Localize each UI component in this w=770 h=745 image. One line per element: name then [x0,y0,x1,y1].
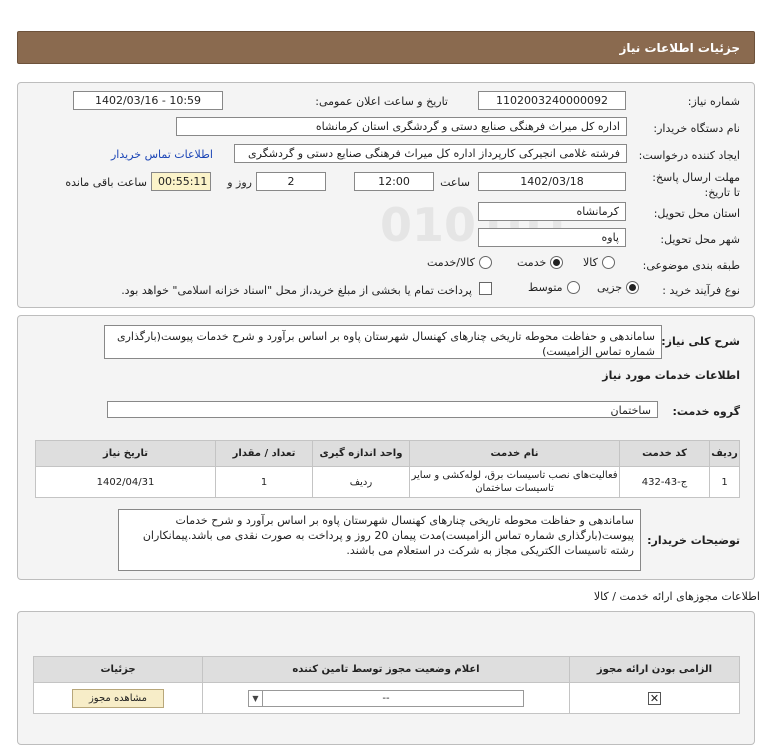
col-code-header: کد خدمت [619,440,710,467]
page-title: جزئیات اطلاعات نیاز [17,31,755,64]
service-name: فعالیت‌های نصب تاسیسات برق، لوله‌کشی و س… [409,466,620,498]
permit-required-cell: ✕ [569,682,740,714]
treasury-payment-checkbox[interactable] [479,282,492,295]
permits-table-header: الزامی بودن ارائه مجوز اعلام وضعیت مجوز … [33,656,740,683]
province-label: استان محل تحویل: [653,207,740,220]
treasury-payment-note: پرداخت تمام یا بخشی از مبلغ خرید،از محل … [121,284,472,297]
services-title: اطلاعات خدمات مورد نیاز [602,369,740,382]
category-goods-service-radio[interactable] [478,256,492,269]
col-unit-header: واحد اندازه گیری [312,440,410,467]
process-label: نوع فرآیند خرید : [662,284,740,297]
announce-field: 1402/03/16 - 10:59 [73,91,223,110]
city-field: پاوه [478,228,626,247]
buyer-notes-text: ساماندهی و حفاظت محوطه تاریخی چنارهای که… [118,509,641,571]
process-medium-label: متوسط [528,281,563,294]
category-option-goods[interactable]: کالا [583,256,615,269]
permit-status-header: اعلام وضعیت مجوز توسط تامین کننده [202,656,570,683]
process-medium-radio[interactable] [566,281,580,294]
remaining-time-field: 00:55:11 [151,172,211,191]
services-table-header: ردیف کد خدمت نام خدمت واحد اندازه گیری ت… [35,440,740,467]
deadline-time-field: 12:00 [354,172,434,191]
requester-field: فرشته غلامی انجیرکی کارپرداز اداره کل می… [234,144,627,163]
process-minor-radio[interactable] [626,281,640,294]
category-goods-label: کالا [583,256,598,269]
province-field: کرمانشاه [478,202,626,221]
process-option-minor[interactable]: جزیی [597,281,640,294]
category-service-label: خدمت [517,256,547,269]
service-qty: 1 [215,466,313,498]
buyer-contact-link[interactable]: اطلاعات تماس خریدار [111,148,213,161]
permit-status-select[interactable]: -- ▼ [248,689,524,707]
summary-text: ساماندهی و حفاظت محوطه تاریخی چنارهای که… [104,325,662,359]
row-number: 1 [709,466,740,498]
need-info-panel [17,82,755,308]
city-label: شهر محل تحویل: [660,233,740,246]
deadline-label: مهلت ارسال پاسخ: تا تاریخ: [650,170,740,200]
services-table: ردیف کد خدمت نام خدمت واحد اندازه گیری ت… [35,440,740,498]
announce-label: تاریخ و ساعت اعلان عمومی: [315,95,448,108]
permit-status-cell: -- ▼ [202,682,570,714]
buyer-org-field: اداره کل میراث فرهنگی صنایع دستی و گردشگ… [176,117,627,136]
service-date: 1402/04/31 [35,466,216,498]
category-label: طبقه بندی موضوعی: [642,259,740,272]
col-name-header: نام خدمت [409,440,620,467]
category-service-radio[interactable] [550,256,564,269]
service-group-label: گروه خدمت: [672,405,740,418]
permit-details-cell: مشاهده مجوز [33,682,203,714]
buyer-notes-label: توضیحات خریدار: [647,534,740,547]
table-row: ✕ -- ▼ مشاهده مجوز [33,682,740,714]
deadline-date-field: 1402/03/18 [478,172,626,191]
permit-required-header: الزامی بودن ارائه مجوز [569,656,740,683]
service-code: ج-43-432 [619,466,710,498]
deadline-time-label: ساعت [440,176,470,189]
deadline-label-text: مهلت ارسال پاسخ: تا تاریخ: [652,171,740,199]
permit-status-value: -- [382,692,390,704]
col-date-header: تاریخ نیاز [35,440,216,467]
view-permit-button[interactable]: مشاهده مجوز [72,688,164,708]
permits-title: اطلاعات مجوزهای ارائه خدمت / کالا [593,590,760,603]
permits-table: الزامی بودن ارائه مجوز اعلام وضعیت مجوز … [33,656,740,714]
permit-required-checkbox[interactable]: ✕ [648,691,661,705]
need-number-field: 1102003240000092 [478,91,626,110]
requester-label: ایجاد کننده درخواست: [638,149,740,162]
need-number-label: شماره نیاز: [687,95,740,108]
service-unit: ردیف [312,466,410,498]
summary-label: شرح کلی نیاز: [661,335,740,348]
category-goods-radio[interactable] [601,256,615,269]
days-label: روز و [227,176,252,189]
remaining-time-label: ساعت باقی مانده [65,176,147,189]
table-row: 1 ج-43-432 فعالیت‌های نصب تاسیسات برق، ل… [35,466,740,498]
category-option-goods-service[interactable]: کالا/خدمت [427,256,492,269]
buyer-org-label: نام دستگاه خریدار: [653,122,740,135]
days-field: 2 [256,172,326,191]
category-option-service[interactable]: خدمت [517,256,564,269]
col-row-header: ردیف [709,440,740,467]
chevron-down-icon: ▼ [249,690,263,706]
permit-details-header: جزئیات [33,656,203,683]
col-qty-header: تعداد / مقدار [215,440,313,467]
category-goods-service-label: کالا/خدمت [427,256,475,269]
process-minor-label: جزیی [597,281,623,294]
service-group-field: ساختمان [107,401,658,418]
process-option-medium[interactable]: متوسط [528,281,580,294]
